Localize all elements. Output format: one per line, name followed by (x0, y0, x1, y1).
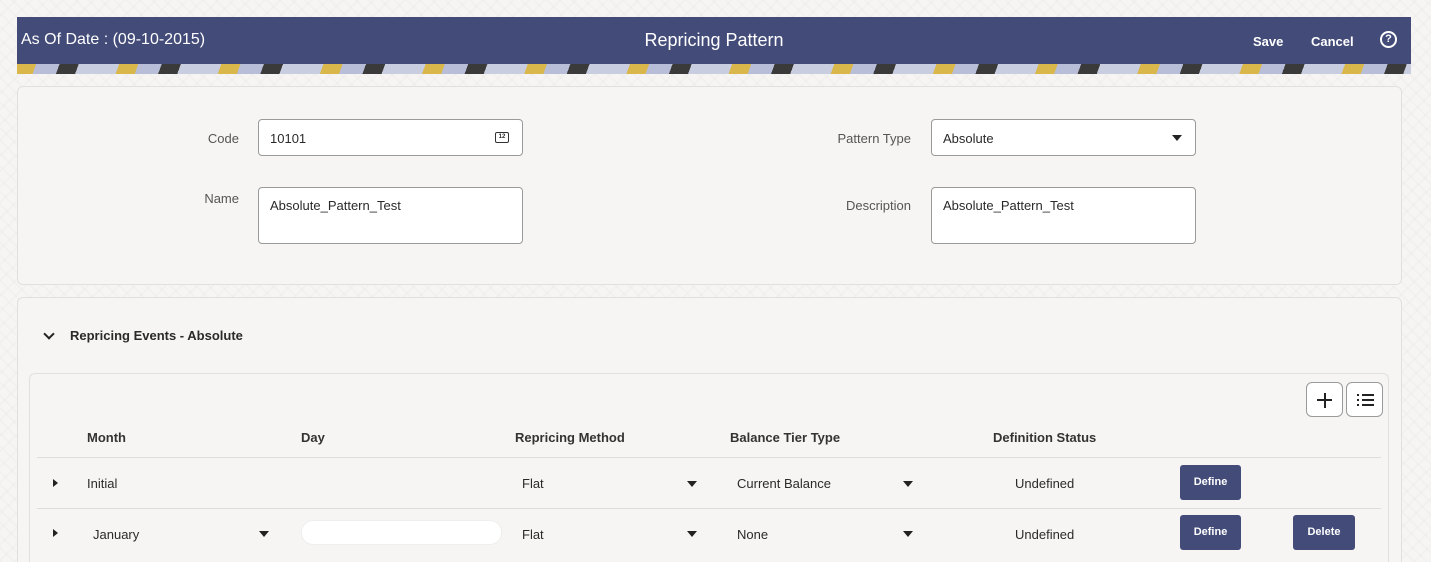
description-label: Description (845, 198, 911, 213)
help-icon[interactable]: ? (1380, 31, 1397, 48)
code-field[interactable]: 10101 12 (258, 119, 523, 156)
pattern-type-label: Pattern Type (837, 131, 911, 146)
definition-status: Undefined (1015, 476, 1075, 491)
balance-tier-select[interactable]: Current Balance (737, 476, 831, 491)
column-header-month[interactable]: Month (87, 430, 126, 445)
description-field[interactable]: Absolute_Pattern_Test (931, 187, 1196, 244)
chevron-down-icon (1172, 135, 1182, 141)
column-header-repricing-method[interactable]: Repricing Method (515, 430, 625, 445)
column-header-day[interactable]: Day (301, 430, 325, 445)
calendar-icon[interactable]: 12 (495, 132, 509, 143)
definition-status: Undefined (1015, 527, 1075, 542)
repricing-method-select[interactable]: Flat (522, 527, 544, 542)
column-list-button[interactable] (1346, 382, 1383, 417)
code-label: Code (207, 131, 239, 146)
name-value: Absolute_Pattern_Test (270, 198, 401, 213)
section-title[interactable]: Repricing Events - Absolute (70, 328, 243, 343)
balance-tier-select[interactable]: None (737, 527, 768, 542)
name-label: Name (204, 191, 239, 206)
pattern-type-value: Absolute (943, 131, 994, 146)
page-header: As Of Date : (09-10-2015) Repricing Patt… (17, 17, 1411, 64)
chevron-down-icon[interactable] (259, 531, 269, 537)
description-value: Absolute_Pattern_Test (943, 198, 1074, 213)
row-divider (37, 457, 1381, 458)
month-cell: Initial (87, 476, 118, 491)
day-input[interactable] (301, 520, 502, 545)
column-header-definition-status[interactable]: Definition Status (993, 430, 1096, 445)
chevron-down-icon[interactable] (903, 481, 913, 487)
chevron-down-icon[interactable] (687, 481, 697, 487)
month-select[interactable]: January (93, 527, 139, 542)
define-button[interactable]: Define (1180, 465, 1241, 500)
chevron-down-icon[interactable] (903, 531, 913, 537)
repricing-method-select[interactable]: Flat (522, 476, 544, 491)
row-divider (37, 508, 1381, 509)
code-value: 10101 (270, 131, 307, 146)
page-title: Repricing Pattern (644, 30, 784, 50)
add-row-button[interactable] (1306, 382, 1343, 417)
delete-button[interactable]: Delete (1293, 515, 1355, 550)
chevron-down-icon[interactable] (687, 531, 697, 537)
save-button[interactable]: Save (1253, 34, 1283, 49)
header-banner (17, 64, 1411, 74)
cancel-button[interactable]: Cancel (1311, 34, 1354, 49)
details-panel (17, 86, 1402, 285)
expand-row-icon[interactable] (53, 529, 58, 537)
pattern-type-select[interactable]: Absolute (931, 119, 1196, 156)
chevron-down-icon[interactable] (43, 328, 55, 340)
name-field[interactable]: Absolute_Pattern_Test (258, 187, 523, 244)
column-header-balance-tier-type[interactable]: Balance Tier Type (730, 430, 840, 445)
define-button[interactable]: Define (1180, 515, 1241, 550)
expand-row-icon[interactable] (53, 479, 58, 487)
